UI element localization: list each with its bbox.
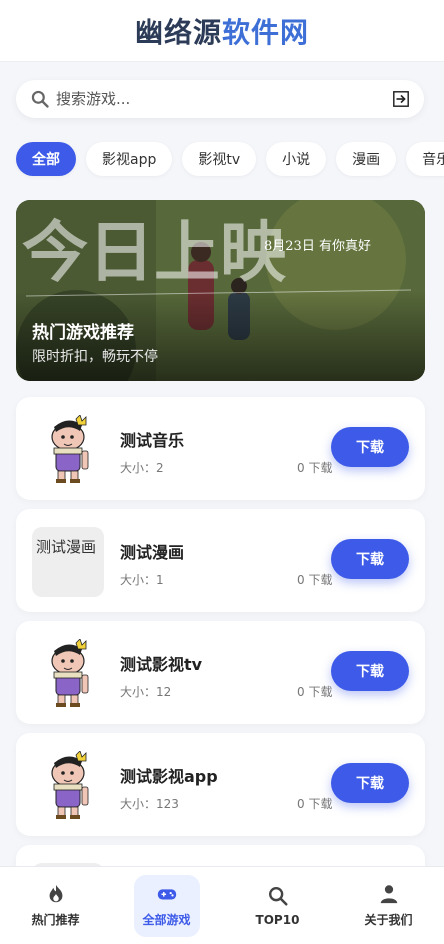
site-logo[interactable]: 幽络源软件网 bbox=[135, 11, 309, 51]
app-thumbnail bbox=[32, 415, 104, 485]
poster-big-text: 今日上映 bbox=[22, 213, 286, 291]
nav-label: 全部游戏 bbox=[142, 913, 191, 927]
brand-part1: 幽络源 bbox=[134, 15, 222, 49]
app-card[interactable]: 测试音乐 大小：2 0 下载 下载 bbox=[16, 397, 425, 500]
brand-part2: 软件网 bbox=[222, 15, 310, 49]
download-button[interactable]: 下载 bbox=[331, 427, 409, 467]
app-card[interactable]: 测试影视app 大小：123 0 下载 下载 bbox=[16, 733, 425, 836]
nav-about[interactable]: 关于我们 bbox=[356, 875, 422, 937]
app-size: 大小：2 bbox=[120, 461, 164, 475]
search-icon bbox=[31, 90, 49, 108]
nav-label: TOP10 bbox=[255, 912, 300, 927]
poster-date-text: 8月23日 有你真好 bbox=[264, 239, 371, 254]
app-name: 测试漫画 bbox=[120, 543, 185, 562]
category-movie-app[interactable]: 影视app bbox=[86, 142, 173, 176]
download-button[interactable]: 下载 bbox=[331, 763, 409, 803]
cartoon-character-icon bbox=[51, 751, 89, 819]
app-name: 测试影视tv bbox=[120, 655, 203, 674]
nav-label: 关于我们 bbox=[364, 913, 413, 927]
submit-arrow-icon[interactable] bbox=[392, 90, 410, 108]
download-count: 0 下载 bbox=[297, 685, 333, 699]
app-card[interactable]: 测试漫画 测试漫画 大小：1 0 下载 下载 bbox=[16, 509, 425, 612]
banner-subtitle: 限时折扣，畅玩不停 bbox=[32, 349, 158, 365]
broken-image-placeholder: 测试漫画 bbox=[32, 527, 104, 597]
image-alt-text: 测试漫画 bbox=[36, 538, 97, 556]
user-icon bbox=[380, 885, 397, 904]
promo-banner[interactable]: 今日上映 8月23日 有你真好 热门游戏推荐 限时折扣，畅玩不停 bbox=[16, 200, 425, 381]
category-tabs: 全部 影视app 影视tv 小说 漫画 音乐 bbox=[16, 142, 444, 176]
app-thumbnail bbox=[32, 639, 104, 709]
category-music[interactable]: 音乐 bbox=[406, 142, 444, 176]
cartoon-character-icon bbox=[51, 639, 89, 707]
nav-label: 热门推荐 bbox=[31, 913, 80, 927]
app-size: 大小：1 bbox=[120, 573, 164, 587]
search-input[interactable] bbox=[56, 90, 392, 108]
download-count: 0 下载 bbox=[297, 573, 333, 587]
app-header: 幽络源软件网 bbox=[0, 0, 444, 62]
banner-title: 热门游戏推荐 bbox=[32, 323, 134, 343]
download-button[interactable]: 下载 bbox=[331, 539, 409, 579]
nav-all-games[interactable]: 全部游戏 bbox=[133, 874, 200, 937]
fire-icon bbox=[49, 884, 62, 903]
nav-top10[interactable]: TOP10 bbox=[245, 875, 311, 937]
search-icon bbox=[268, 886, 288, 906]
app-thumbnail bbox=[32, 751, 104, 821]
app-size: 大小：12 bbox=[120, 685, 172, 699]
download-count: 0 下载 bbox=[297, 461, 333, 475]
nav-hot[interactable]: 热门推荐 bbox=[23, 875, 89, 937]
app-card[interactable]: 测试影视tv 大小：12 0 下载 下载 bbox=[16, 621, 425, 724]
app-name: 测试影视app bbox=[120, 767, 218, 786]
cartoon-character-icon bbox=[51, 415, 89, 483]
download-button[interactable]: 下载 bbox=[331, 651, 409, 691]
category-comic[interactable]: 漫画 bbox=[336, 142, 397, 176]
bottom-nav: 热门推荐 全部游戏 TOP10 关于我们 bbox=[0, 866, 444, 944]
search-bar bbox=[16, 80, 424, 118]
category-all[interactable]: 全部 bbox=[16, 142, 76, 176]
category-novel[interactable]: 小说 bbox=[266, 142, 327, 176]
category-movie-tv[interactable]: 影视tv bbox=[182, 142, 257, 176]
gamepad-icon bbox=[157, 889, 176, 900]
app-name: 测试音乐 bbox=[120, 431, 185, 450]
download-count: 0 下载 bbox=[297, 797, 333, 811]
app-size: 大小：123 bbox=[120, 797, 179, 811]
